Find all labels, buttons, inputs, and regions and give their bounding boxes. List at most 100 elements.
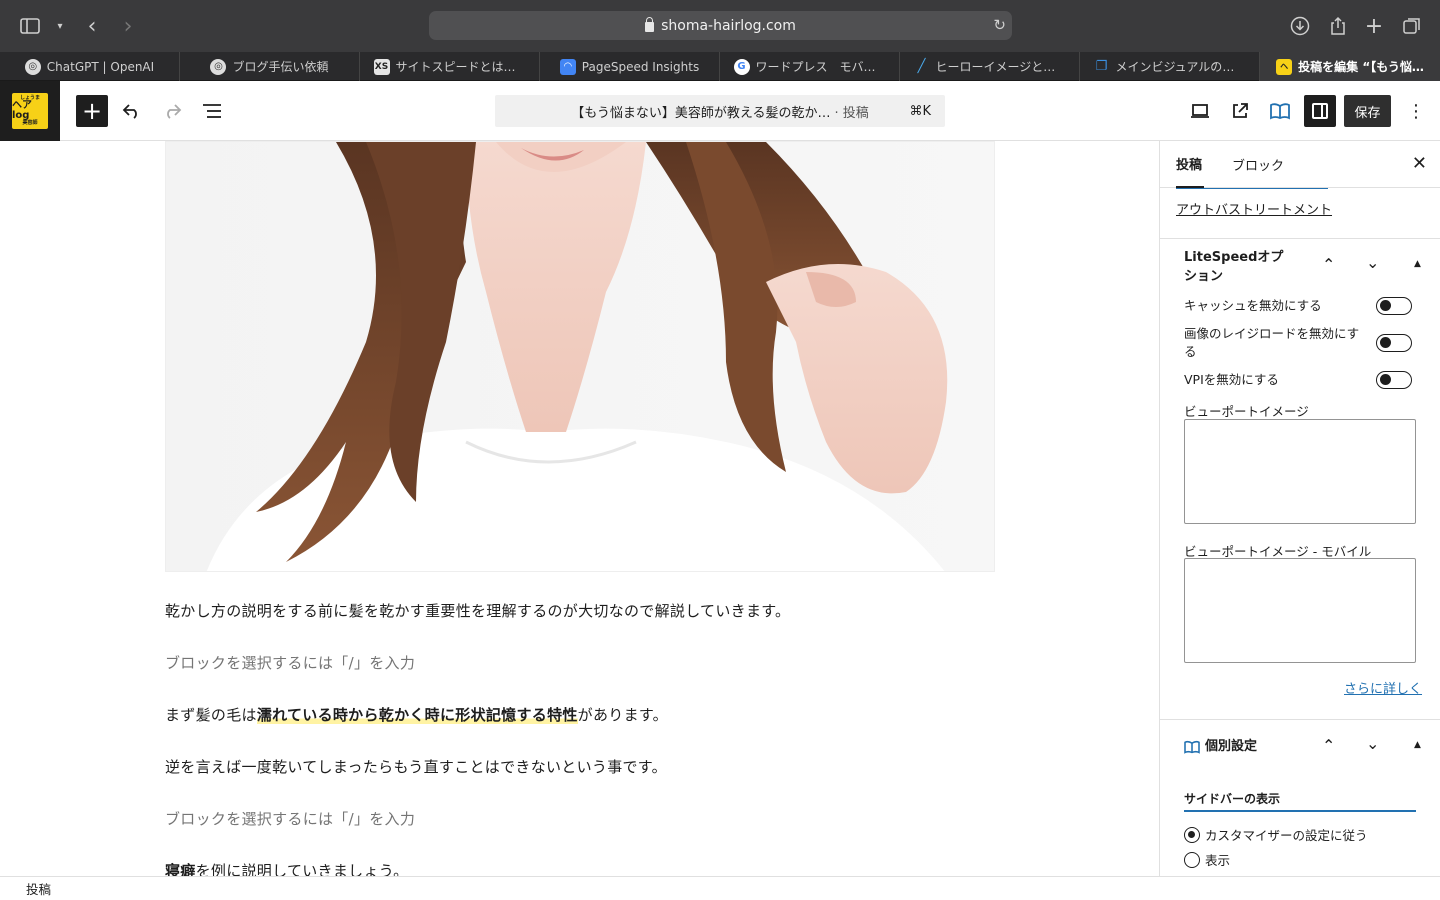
logo-sub-text: 美容師	[22, 120, 38, 126]
learn-more-link[interactable]: さらに詳しく	[1344, 678, 1422, 697]
browser-tab[interactable]: ❐ メインビジュアルの表…	[1080, 52, 1260, 81]
paragraph-block[interactable]: まず髪の毛は濡れている時から乾かく時に形状記憶する特性があります。	[165, 704, 668, 725]
radio-option[interactable]: 表示	[1184, 850, 1230, 869]
tab-title: ブログ手伝い依頼	[232, 60, 329, 74]
back-icon[interactable]: ‹	[82, 12, 102, 40]
more-options-icon[interactable]: ⋮	[1398, 93, 1434, 129]
tab-title: サイトスピードとは？P…	[395, 60, 526, 74]
individual-settings-title[interactable]: 個別設定	[1205, 737, 1257, 756]
editor-canvas: 乾かし方の説明をする前に髪を乾かす重要性を理解するのが大切なので解説していきます…	[0, 141, 1159, 876]
chevron-down-icon[interactable]: ▾	[52, 12, 68, 40]
move-up-icon[interactable]: ⌃	[1322, 736, 1335, 755]
radio-button[interactable]	[1184, 826, 1200, 843]
panel-title-line: ション	[1184, 269, 1224, 284]
openai-icon: ◎	[24, 58, 41, 75]
save-button[interactable]: 保存	[1344, 95, 1391, 127]
book-icon[interactable]	[1262, 93, 1298, 129]
site-logo: しょうま ヘアlog 美容師	[12, 93, 48, 129]
tab-title: ヒーローイメージとは…	[935, 60, 1066, 74]
tab-block[interactable]: ブロック	[1232, 141, 1284, 188]
add-block-button[interactable]: +	[76, 95, 108, 127]
paragraph-block[interactable]: 逆を言えば一度乾いてしまったらもう直すことはできないという事です。	[165, 756, 667, 777]
paragraph-text: があります。	[577, 706, 668, 724]
paragraph-block[interactable]: 寝癖を例に説明していきましょう。	[165, 860, 408, 876]
browser-tab[interactable]: ╱ ヒーローイメージとは…	[900, 52, 1080, 81]
tab-title: メインビジュアルの表…	[1115, 60, 1246, 74]
view-post-button[interactable]	[1222, 93, 1258, 129]
book-icon	[1184, 739, 1200, 758]
empty-block-placeholder[interactable]: ブロックを選択するには「/」を入力	[165, 652, 415, 673]
collapse-icon[interactable]: ▲	[1414, 259, 1421, 269]
move-down-icon[interactable]: ⌄	[1366, 734, 1379, 753]
disable-vpi-toggle[interactable]	[1376, 371, 1412, 389]
empty-block-placeholder[interactable]: ブロックを選択するには「/」を入力	[165, 808, 415, 829]
collapse-icon[interactable]: ▲	[1414, 740, 1421, 750]
new-tab-icon[interactable]: +	[1362, 12, 1386, 40]
disable-cache-toggle[interactable]	[1376, 297, 1412, 315]
book-icon: ❐	[1095, 59, 1108, 74]
browser-tab[interactable]: ◎ ブログ手伝い依頼	[180, 52, 360, 81]
paragraph-block[interactable]: 乾かし方の説明をする前に髪を乾かす重要性を理解するのが大切なので解説していきます…	[165, 600, 790, 621]
sidebar-toggle-icon[interactable]	[18, 12, 42, 40]
browser-tab[interactable]: XS サイトスピードとは？P…	[360, 52, 540, 81]
tab-title: 投稿を編集 “【もう悩…	[1298, 60, 1424, 74]
openai-icon: ◎	[210, 58, 227, 75]
option-label: VPIを無効にする	[1184, 372, 1279, 387]
radio-label: 表示	[1205, 853, 1231, 868]
radio-label: カスタマイザーの設定に従う	[1205, 828, 1368, 843]
viewport-image-mobile-input[interactable]	[1184, 558, 1416, 663]
download-icon[interactable]	[1288, 12, 1312, 40]
url-text: shoma-hairlog.com	[661, 17, 796, 34]
brush-icon: ╱	[917, 59, 926, 74]
browser-tabs: ◎ ChatGPT | OpenAI ◎ ブログ手伝い依頼 XS サイトスピード…	[0, 52, 1440, 81]
breadcrumb[interactable]: 投稿	[26, 879, 51, 898]
litespeed-panel-title[interactable]: LiteSpeedオプ ション	[1184, 248, 1283, 286]
settings-sidebar: 投稿 ブロック ✕ アウトバストリートメント LiteSpeedオプ ション ⌃…	[1159, 141, 1440, 876]
preview-device-button[interactable]	[1182, 93, 1218, 129]
panel-divider	[1160, 719, 1440, 720]
share-icon[interactable]	[1326, 12, 1350, 40]
redo-button[interactable]	[154, 93, 190, 129]
paragraph-text: を例に説明していきましょう。	[195, 862, 409, 876]
highlighted-text: 濡れている時から乾かく時に形状記憶する特性	[256, 706, 578, 724]
tab-title: ワードプレス モバイ…	[755, 60, 886, 74]
viewport-image-input[interactable]	[1184, 419, 1416, 524]
tab-overview-icon[interactable]	[1400, 12, 1424, 40]
browser-toolbar: ▾ ‹ › shoma-hairlog.com ↻ +	[0, 0, 1440, 52]
document-title-bar[interactable]: 【もう悩まない】美容師が教える髪の乾か… · 投稿 ⌘K	[495, 95, 945, 127]
close-icon[interactable]: ✕	[1412, 153, 1427, 174]
browser-tab[interactable]: ◠ PageSpeed Insights	[540, 52, 720, 81]
move-down-icon[interactable]: ⌄	[1366, 253, 1379, 272]
site-logo-button[interactable]: しょうま ヘアlog 美容師	[0, 81, 60, 141]
radio-option[interactable]: カスタマイザーの設定に従う	[1184, 825, 1368, 844]
google-icon: G	[733, 58, 750, 75]
settings-sidebar-toggle[interactable]	[1304, 95, 1336, 127]
disable-lazyload-toggle[interactable]	[1376, 334, 1412, 352]
panel-title-line: LiteSpeedオプ	[1184, 250, 1284, 265]
panel-divider	[1160, 238, 1440, 239]
logo-main-text: ヘアlog	[12, 100, 32, 121]
tab-post[interactable]: 投稿	[1176, 141, 1204, 188]
forward-icon[interactable]: ›	[118, 12, 138, 40]
browser-tab[interactable]: G ワードプレス モバイ…	[720, 52, 900, 81]
pagespeed-icon: ◠	[559, 58, 576, 75]
move-up-icon[interactable]: ⌃	[1322, 255, 1335, 274]
command-shortcut: ⌘K	[909, 103, 931, 119]
sidebar-icon	[1312, 103, 1328, 119]
browser-tab-active[interactable]: ヘ 投稿を編集 “【もう悩…	[1260, 52, 1440, 81]
option-label-line: 画像のレイジロードを無効にす	[1184, 326, 1360, 341]
bold-text: 寝癖	[165, 862, 196, 876]
featured-image[interactable]	[165, 141, 995, 572]
tag-link[interactable]: アウトバストリートメント	[1176, 199, 1332, 218]
radio-button[interactable]	[1184, 851, 1200, 868]
address-bar[interactable]: shoma-hairlog.com ↻	[429, 11, 1012, 40]
editor-header: しょうま ヘアlog 美容師 + 【もう悩まない】美容師が教える髪の乾か… · …	[0, 81, 1440, 141]
reload-icon[interactable]: ↻	[993, 16, 1006, 34]
option-label-line: る	[1184, 344, 1197, 359]
browser-tab[interactable]: ◎ ChatGPT | OpenAI	[0, 52, 180, 81]
editor-footer: 投稿	[0, 876, 1440, 900]
undo-button[interactable]	[114, 93, 150, 129]
document-overview-button[interactable]	[194, 93, 230, 129]
cut-off-link	[1176, 188, 1240, 191]
document-title: 【もう悩まない】美容師が教える髪の乾か…	[571, 105, 831, 121]
